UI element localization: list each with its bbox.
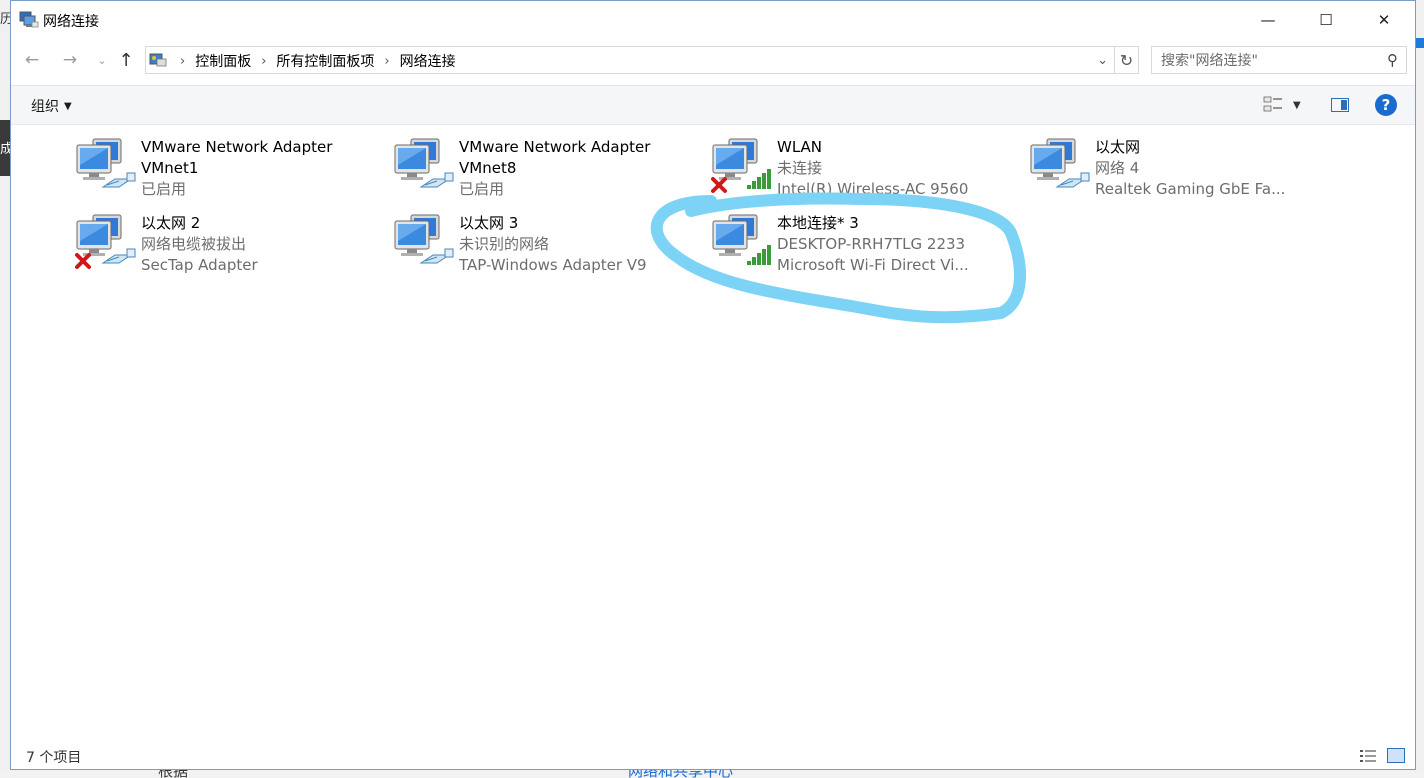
back-arrow-icon[interactable]: ← xyxy=(21,49,43,71)
background-bottom-strip: 根据 网络和共享中心 xyxy=(0,770,1424,778)
help-icon[interactable]: ? xyxy=(1375,94,1397,116)
search-input[interactable] xyxy=(1152,47,1383,75)
status-bar: 7 个项目 xyxy=(11,741,1415,769)
background-blue-mark xyxy=(1416,38,1424,48)
address-bar[interactable]: › 控制面板 › 所有控制面板项 › 网络连接 ⌄ xyxy=(145,46,1115,74)
refresh-button[interactable]: ↻ xyxy=(1115,46,1139,74)
background-link-fragment: 网络和共享中心 xyxy=(628,770,733,778)
connection-detail: SecTap Adapter xyxy=(141,256,258,274)
preview-pane-icon[interactable] xyxy=(1331,98,1349,112)
connection-detail: Intel(R) Wireless-AC 9560 xyxy=(777,180,969,198)
connection-name: 以太网 3 xyxy=(459,214,519,232)
connection-status: 未连接 xyxy=(777,159,823,177)
organize-button[interactable]: 组织 ▼ xyxy=(31,96,72,116)
background-text-fragment: 根据 xyxy=(158,770,188,778)
search-box[interactable]: ⚲ xyxy=(1151,46,1407,75)
view-list-icon xyxy=(1263,96,1282,112)
connection-name: 本地连接* 3 xyxy=(777,214,859,232)
breadcrumb: › 控制面板 › 所有控制面板项 › 网络连接 xyxy=(174,51,460,71)
wifi-adapter-icon xyxy=(711,211,775,271)
wifi-adapter-icon xyxy=(711,135,775,195)
connection-name: VMware Network Adapter xyxy=(141,138,333,156)
ethernet-adapter-icon xyxy=(75,211,139,271)
connection-name: 以太网 2 xyxy=(141,214,201,232)
breadcrumb-item[interactable]: 所有控制面板项 xyxy=(276,51,374,71)
chevron-right-icon[interactable]: › xyxy=(384,54,389,69)
connection-item[interactable]: WLAN 未连接 Intel(R) Wireless-AC 9560 xyxy=(711,125,1011,198)
connection-status: 网络 4 xyxy=(1095,159,1140,177)
connection-name: WLAN xyxy=(777,138,823,156)
background-left-strip: 历 成 xyxy=(0,0,13,778)
ethernet-adapter-icon xyxy=(393,135,457,195)
connection-name-line2: VMnet1 xyxy=(141,159,199,177)
connection-item[interactable]: 以太网网络 4 Realtek Gaming GbE Fa... xyxy=(1029,125,1329,198)
recent-locations-chevron-icon[interactable]: ⌄ xyxy=(95,49,109,71)
connection-detail: 已启用 xyxy=(459,180,505,198)
connection-status: DESKTOP-RRH7TLG 2233 xyxy=(777,235,966,253)
connection-item[interactable]: 本地连接* 3 DESKTOP-RRH7TLG 2233 Microsoft Wi-… xyxy=(711,201,1011,274)
explorer-window: 网络连接 — ☐ ✕ ← → ⌄ ↑ › 控制面板 › 所有控制面板项 › 网络… xyxy=(10,0,1416,770)
chevron-right-icon[interactable]: › xyxy=(261,54,266,69)
caret-down-icon: ▼ xyxy=(64,100,72,112)
connection-detail: Realtek Gaming GbE Fa... xyxy=(1095,180,1286,198)
background-right-strip xyxy=(1416,0,1424,778)
navigation-bar: ← → ⌄ ↑ › 控制面板 › 所有控制面板项 › 网络连接 ⌄ ↻ ⚲ xyxy=(11,41,1415,79)
tiles-view-icon[interactable] xyxy=(1387,748,1405,763)
connection-name: 以太网 xyxy=(1095,138,1141,156)
connection-item[interactable]: VMware Network Adapter VMnet1 已启用 xyxy=(75,125,375,198)
connection-list: VMware Network Adapter VMnet1 已启用 VMware Ne… xyxy=(11,125,1415,735)
ethernet-adapter-icon xyxy=(75,135,139,195)
connection-detail: 已启用 xyxy=(141,180,187,198)
connection-name-line2: VMnet8 xyxy=(459,159,517,177)
chevron-down-icon[interactable]: ⌄ xyxy=(1097,53,1108,68)
breadcrumb-item[interactable]: 网络连接 xyxy=(400,51,456,71)
command-bar: 组织 ▼ ▼ ? xyxy=(11,85,1415,125)
ethernet-adapter-icon xyxy=(1029,135,1093,195)
item-count: 7 个项目 xyxy=(26,750,82,766)
title-bar[interactable]: 网络连接 — ☐ ✕ xyxy=(11,1,1415,39)
connection-name: VMware Network Adapter xyxy=(459,138,651,156)
up-arrow-icon[interactable]: ↑ xyxy=(115,49,137,71)
connection-status: 未识别的网络 xyxy=(459,235,550,253)
change-view-button[interactable]: ▼ xyxy=(1263,96,1301,114)
details-view-icon[interactable] xyxy=(1359,749,1377,763)
caret-down-icon: ▼ xyxy=(1293,99,1301,111)
connection-detail: Microsoft Wi-Fi Direct Vi... xyxy=(777,256,969,274)
network-connections-icon xyxy=(19,11,39,28)
maximize-button[interactable]: ☐ xyxy=(1297,1,1355,39)
ethernet-adapter-icon xyxy=(393,211,457,271)
chevron-right-icon[interactable]: › xyxy=(180,54,185,69)
window-title: 网络连接 xyxy=(43,14,99,30)
organize-label: 组织 xyxy=(31,99,59,115)
search-icon[interactable]: ⚲ xyxy=(1387,51,1398,69)
forward-arrow-icon[interactable]: → xyxy=(59,49,81,71)
close-button[interactable]: ✕ xyxy=(1355,1,1413,39)
connection-status: 网络电缆被拔出 xyxy=(141,235,247,253)
minimize-button[interactable]: — xyxy=(1239,1,1297,39)
connection-item[interactable]: 以太网 2 网络电缆被拔出 SecTap Adapter xyxy=(75,201,375,274)
breadcrumb-item[interactable]: 控制面板 xyxy=(195,51,251,71)
connection-item[interactable]: 以太网 3 未识别的网络 TAP-Windows Adapter V9 xyxy=(393,201,693,274)
connection-item[interactable]: VMware Network Adapter VMnet8 已启用 xyxy=(393,125,693,198)
connection-detail: TAP-Windows Adapter V9 xyxy=(459,256,647,274)
control-panel-icon xyxy=(149,53,167,67)
